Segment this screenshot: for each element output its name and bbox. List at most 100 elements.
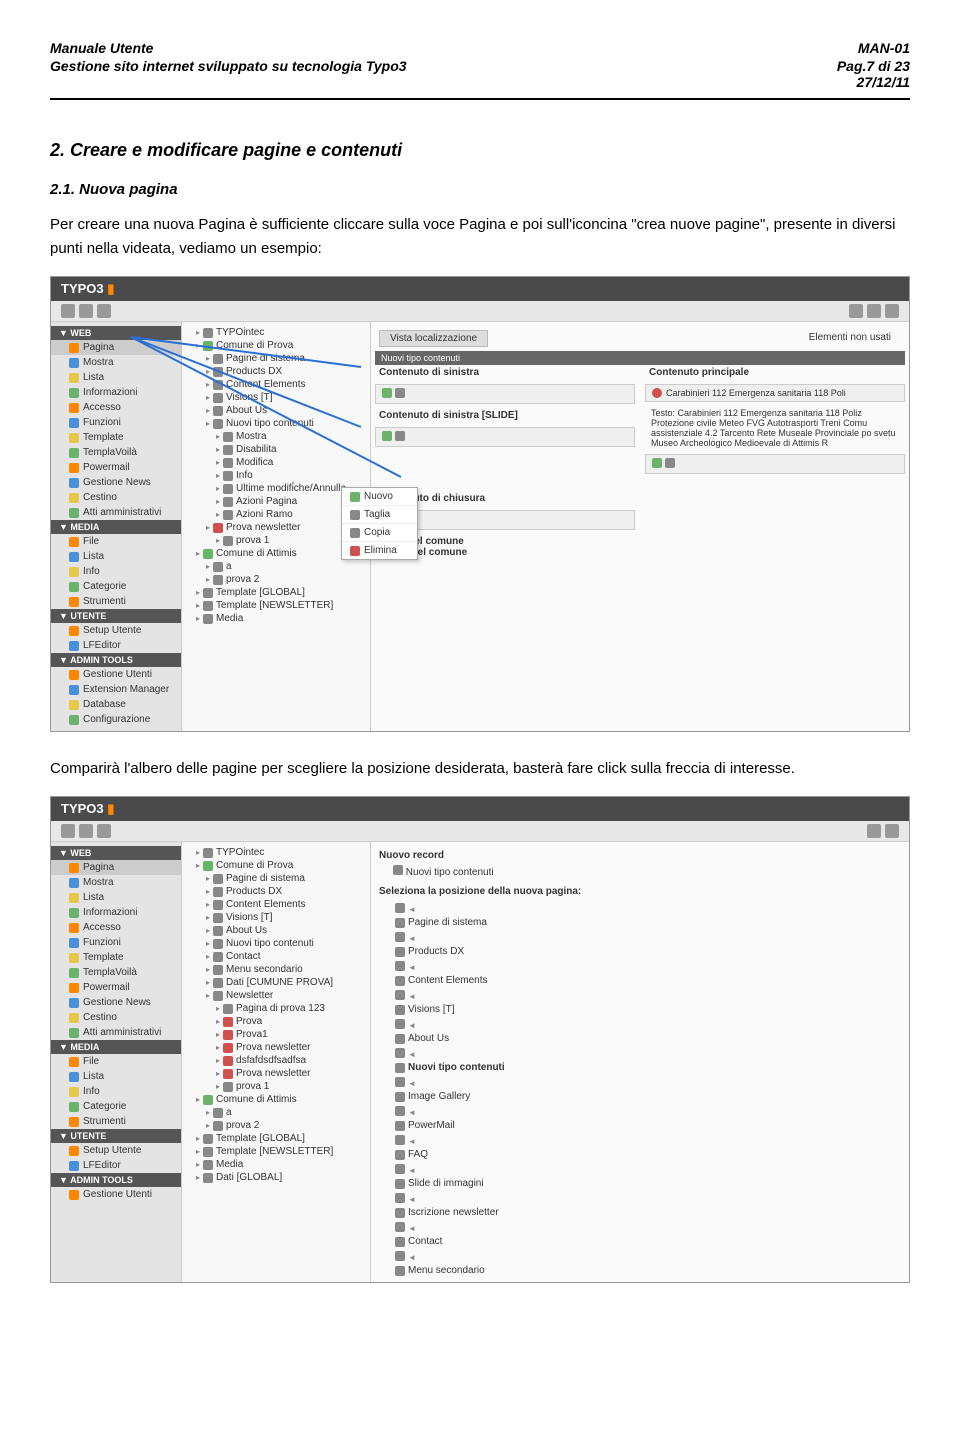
- module-item[interactable]: Gestione Utenti: [51, 1187, 181, 1202]
- tree-item[interactable]: ▸Template [GLOBAL]: [186, 1132, 366, 1145]
- module-item[interactable]: Gestione Utenti: [51, 667, 181, 682]
- module-item[interactable]: Informazioni: [51, 905, 181, 920]
- select-page-item[interactable]: Contact: [375, 1234, 905, 1249]
- expand-icon[interactable]: ▸: [216, 1004, 220, 1013]
- alert-block[interactable]: Carabinieri 112 Emergenza sanitaria 118 …: [645, 384, 905, 402]
- tree-item[interactable]: ▸Comune di Attimis: [186, 1093, 366, 1106]
- module-group[interactable]: ▼ ADMIN TOOLS: [51, 653, 181, 667]
- tree-item[interactable]: ▸Azioni Ramo▸: [186, 508, 366, 521]
- expand-icon[interactable]: ▸: [216, 471, 220, 480]
- expand-icon[interactable]: ▸: [196, 588, 200, 597]
- tree-item[interactable]: ▸Prova1: [186, 1028, 366, 1041]
- module-item[interactable]: Accesso: [51, 920, 181, 935]
- tree-item[interactable]: ▸Products DX: [186, 885, 366, 898]
- insert-position[interactable]: [375, 1017, 905, 1031]
- tree-item[interactable]: ▸Azioni Pagina▸: [186, 495, 366, 508]
- toolbar-icon[interactable]: [867, 304, 881, 318]
- module-item[interactable]: Gestione News: [51, 475, 181, 490]
- tree-item[interactable]: ▸Media: [186, 1158, 366, 1171]
- expand-icon[interactable]: ▸: [206, 978, 210, 987]
- tree-item[interactable]: ▸Template [GLOBAL]: [186, 586, 366, 599]
- tree-item[interactable]: ▸Comune di Prova: [186, 339, 366, 352]
- tree-item[interactable]: ▸Pagine di sistema: [186, 352, 366, 365]
- module-item[interactable]: Mostra: [51, 875, 181, 890]
- insert-arrow-icon[interactable]: [408, 1107, 418, 1115]
- tree-item[interactable]: ▸Comune di Attimis: [186, 547, 366, 560]
- module-item[interactable]: Cestino: [51, 1010, 181, 1025]
- tree-item[interactable]: ▸Mostra: [186, 430, 366, 443]
- expand-icon[interactable]: ▸: [196, 848, 200, 857]
- tree-item[interactable]: ▸Visions [T]: [186, 391, 366, 404]
- tree-item[interactable]: ▸Menu secondario: [186, 963, 366, 976]
- context-menu-item[interactable]: Nuovo: [342, 488, 417, 506]
- expand-icon[interactable]: ▸: [196, 1095, 200, 1104]
- insert-position[interactable]: [375, 930, 905, 944]
- select-page-item[interactable]: Iscrizione newsletter: [375, 1205, 905, 1220]
- expand-icon[interactable]: ▸: [206, 380, 210, 389]
- expand-icon[interactable]: ▸: [196, 861, 200, 870]
- page-icon[interactable]: [395, 431, 405, 441]
- expand-icon[interactable]: ▸: [206, 419, 210, 428]
- select-page-item[interactable]: FAQ: [375, 1147, 905, 1162]
- select-page-item[interactable]: About Us: [375, 1031, 905, 1046]
- module-item[interactable]: Extension Manager: [51, 682, 181, 697]
- insert-arrow-icon[interactable]: [408, 1165, 418, 1173]
- expand-icon[interactable]: ▸: [206, 952, 210, 961]
- insert-arrow-icon[interactable]: [408, 1194, 418, 1202]
- content-block[interactable]: [375, 427, 635, 447]
- module-item[interactable]: Strumenti: [51, 1114, 181, 1129]
- tree-item[interactable]: ▸prova 2: [186, 573, 366, 586]
- tree-item[interactable]: ▸Nuovi tipo contenuti: [186, 937, 366, 950]
- select-page-item[interactable]: Products DX: [375, 944, 905, 959]
- module-group[interactable]: ▼ MEDIA: [51, 1040, 181, 1054]
- expand-icon[interactable]: ▸: [206, 926, 210, 935]
- module-group[interactable]: ▼ MEDIA: [51, 520, 181, 534]
- expand-icon[interactable]: ▸: [216, 1017, 220, 1026]
- expand-icon[interactable]: ▸: [206, 393, 210, 402]
- expand-icon[interactable]: ▸: [196, 614, 200, 623]
- plus-icon[interactable]: [382, 388, 392, 398]
- module-item[interactable]: Categorie: [51, 1099, 181, 1114]
- plus-icon[interactable]: [382, 431, 392, 441]
- select-page-item[interactable]: Nuovi tipo contenuti: [375, 1060, 905, 1075]
- expand-icon[interactable]: ▸: [216, 1043, 220, 1052]
- content-block[interactable]: [375, 384, 635, 404]
- module-item[interactable]: LFEditor: [51, 1158, 181, 1173]
- module-item[interactable]: File: [51, 534, 181, 549]
- module-group[interactable]: ▼ UTENTE: [51, 1129, 181, 1143]
- tree-item[interactable]: ▸dsfafdsdfsadfsa: [186, 1054, 366, 1067]
- insert-position[interactable]: [375, 1162, 905, 1176]
- tree-item[interactable]: ▸Products DX: [186, 365, 366, 378]
- insert-arrow-icon[interactable]: [408, 991, 418, 999]
- module-item[interactable]: Gestione News: [51, 995, 181, 1010]
- module-item[interactable]: Info: [51, 564, 181, 579]
- expand-icon[interactable]: ▸: [216, 432, 220, 441]
- module-item[interactable]: Atti amministrativi: [51, 505, 181, 520]
- expand-icon[interactable]: ▸: [216, 484, 220, 493]
- module-item[interactable]: Funzioni: [51, 415, 181, 430]
- insert-arrow-icon[interactable]: [408, 962, 418, 970]
- module-item[interactable]: Informazioni: [51, 385, 181, 400]
- expand-icon[interactable]: ▸: [206, 562, 210, 571]
- insert-position[interactable]: [375, 1075, 905, 1089]
- insert-position[interactable]: [375, 1104, 905, 1118]
- tree-item[interactable]: ▸Prova newsletter: [186, 1041, 366, 1054]
- expand-icon[interactable]: ▸: [206, 900, 210, 909]
- insert-position[interactable]: [375, 959, 905, 973]
- expand-icon[interactable]: ▸: [196, 328, 200, 337]
- insert-position[interactable]: [375, 1220, 905, 1234]
- module-item[interactable]: Funzioni: [51, 935, 181, 950]
- toolbar-icon[interactable]: [885, 824, 899, 838]
- tree-item[interactable]: ▸Template [NEWSLETTER]: [186, 1145, 366, 1158]
- expand-icon[interactable]: ▸: [216, 445, 220, 454]
- insert-arrow-icon[interactable]: [408, 904, 418, 912]
- module-item[interactable]: Strumenti: [51, 594, 181, 609]
- tree-item[interactable]: ▸TYPOintec: [186, 326, 366, 339]
- module-item[interactable]: Template: [51, 430, 181, 445]
- expand-icon[interactable]: ▸: [206, 367, 210, 376]
- tab-unused[interactable]: Elementi non usati: [799, 330, 901, 347]
- insert-arrow-icon[interactable]: [408, 1020, 418, 1028]
- tree-item[interactable]: ▸a: [186, 1106, 366, 1119]
- tree-item[interactable]: ▸Visions [T]: [186, 911, 366, 924]
- module-item[interactable]: Lista: [51, 549, 181, 564]
